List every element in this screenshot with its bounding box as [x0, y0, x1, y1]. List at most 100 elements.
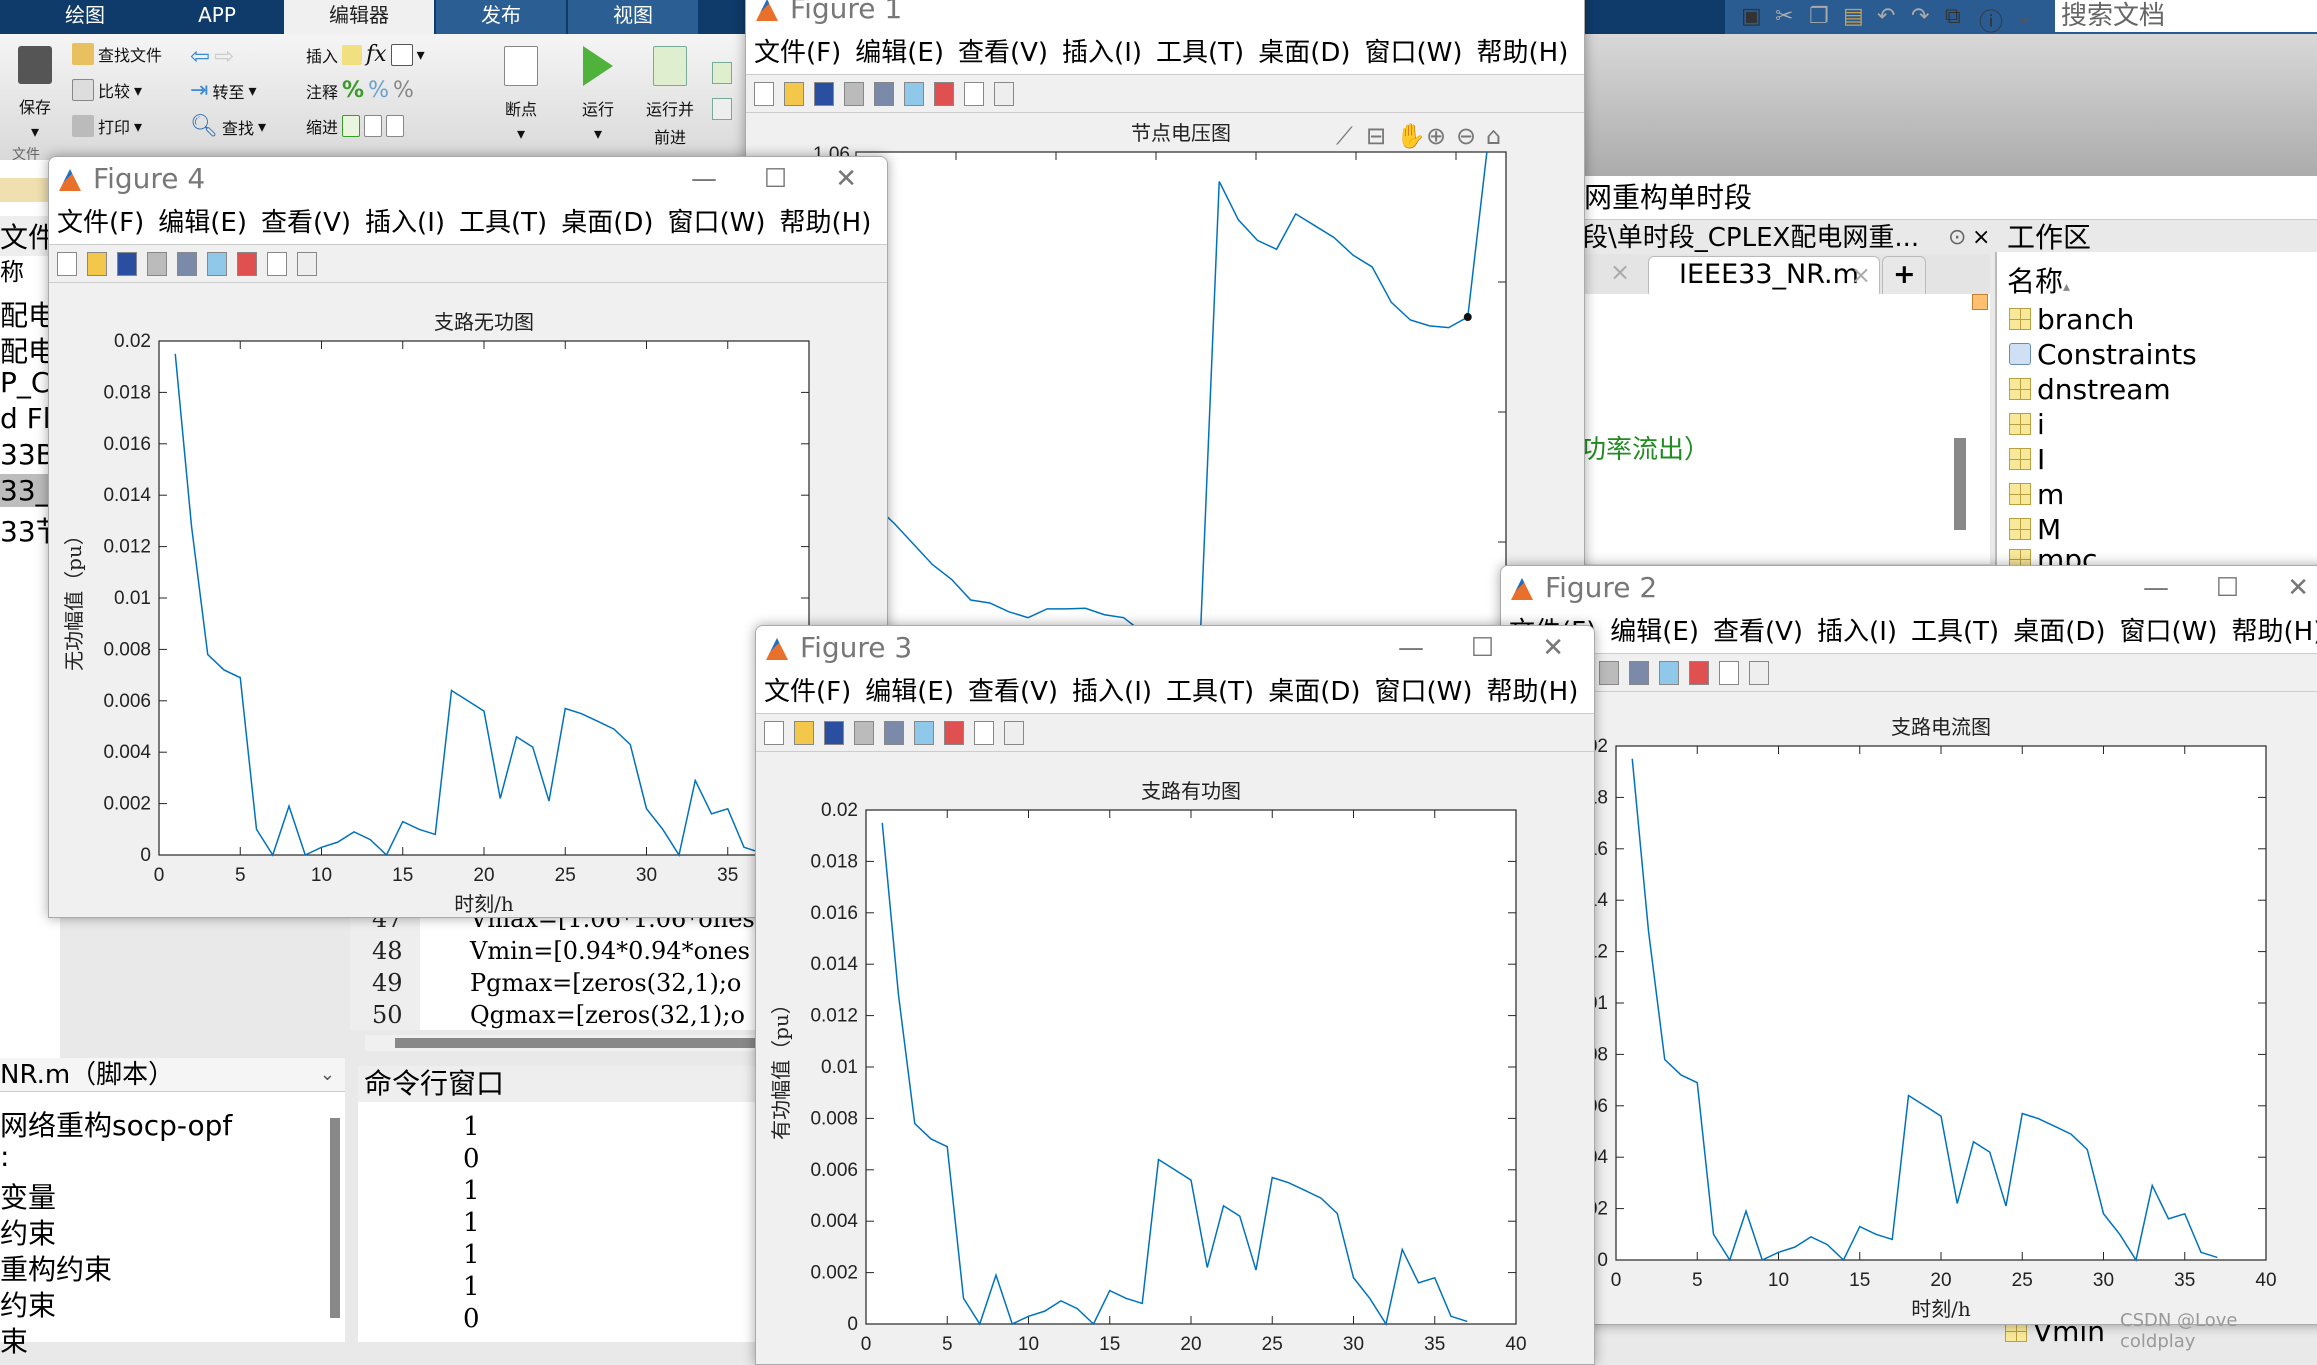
comment-button[interactable]: 注释%%%	[306, 78, 414, 103]
tab-view[interactable]: 视图	[568, 0, 698, 34]
details-header: NR.m（脚本） ⌄	[0, 1058, 345, 1092]
workspace-var[interactable]: i	[2009, 407, 2045, 441]
details-line: 网络重构socp-opf	[0, 1104, 232, 1144]
indent-button[interactable]: 缩进	[306, 114, 404, 138]
home-icon[interactable]: ⌂	[1486, 122, 1501, 150]
plot-area	[866, 810, 1516, 1324]
tab-publish[interactable]: 发布	[436, 0, 566, 34]
y-tick-label: 0.008	[810, 1108, 858, 1129]
switch-windows-icon[interactable]: ⧉	[1945, 4, 1961, 29]
close-icon[interactable]: ×	[1972, 220, 1990, 256]
copy-icon[interactable]: ❐	[1809, 4, 1829, 29]
x-tick-label: 35	[717, 865, 738, 886]
workspace-var[interactable]: Constraints	[2009, 337, 2197, 371]
y-tick-label: 0.014	[103, 485, 151, 506]
line-number: 50	[372, 1001, 403, 1029]
x-tick-label: 0	[861, 1334, 872, 1355]
print-button[interactable]: 打印▾	[72, 114, 142, 138]
run-and-advance-button[interactable]: 运行并前进	[646, 46, 694, 148]
workspace-var[interactable]: dnstream	[2009, 372, 2171, 406]
workspace-var[interactable]: m	[2009, 477, 2064, 511]
chevron-down-icon: ▾	[417, 45, 425, 64]
insert-button[interactable]: 插入fx▾	[306, 42, 425, 67]
close-tab-icon[interactable]: ×	[1851, 257, 1871, 293]
workspace-var[interactable]: I	[2009, 442, 2045, 476]
details-line: 重构约束	[0, 1248, 112, 1288]
workspace-var[interactable]: M	[2009, 512, 2061, 546]
chart-title: 节点电压图	[1131, 121, 1231, 145]
code-editor-area[interactable]: 47 Vmax=[1.06*1.06*ones 48 Vmin=[0.94*0.…	[350, 905, 770, 1030]
find-button[interactable]: 🔍︎查找▾	[190, 114, 266, 139]
insert-section-icon	[342, 45, 362, 65]
compare-button[interactable]: 比较▾	[72, 78, 142, 102]
new-tab-button[interactable]: +	[1882, 256, 1926, 294]
y-tick-label: 0.02	[114, 331, 151, 352]
tab-ieee33-nr[interactable]: IEEE33_NR.m ×	[1648, 256, 1880, 294]
tab-plots[interactable]: 绘图	[30, 0, 140, 34]
code-line[interactable]: Qgmax=[zeros(32,1);o	[470, 1001, 745, 1029]
workspace-var[interactable]: branch	[2009, 302, 2134, 336]
cmd-output-value: 1	[463, 1240, 480, 1270]
x-tick-label: 35	[2174, 1270, 2195, 1291]
y-axis-label: 有功幅值（pu）	[769, 994, 793, 1140]
workspace-name-column[interactable]: 名称▴	[2007, 260, 2070, 300]
x-tick-label: 20	[1180, 1334, 1201, 1355]
cmd-output-value: 1	[463, 1112, 480, 1142]
details-line: 变量	[0, 1176, 56, 1216]
pan-icon[interactable]: ✋	[1396, 122, 1426, 150]
command-window[interactable]: 1 0 1 1 1 1 0	[358, 1102, 768, 1342]
details-line: 约束	[0, 1284, 56, 1324]
x-tick-label: 20	[473, 865, 494, 886]
save-icon[interactable]: ▣	[1741, 4, 1762, 29]
chevron-down-circle-icon[interactable]: ⌄	[2015, 4, 2033, 29]
y-tick-label: 0	[847, 1314, 858, 1335]
brush-icon[interactable]: ⟋	[1336, 122, 1353, 150]
details-scrollbar[interactable]	[330, 1118, 340, 1318]
datatip-icon[interactable]: ⊟	[1366, 122, 1386, 150]
find-files-button[interactable]: 查找文件	[72, 42, 162, 66]
editor-horizontal-scrollbar[interactable]	[365, 1035, 765, 1051]
paste-icon[interactable]: ▤	[1843, 4, 1864, 29]
advance-icon[interactable]	[712, 98, 732, 120]
tab-apps[interactable]: APP	[152, 0, 282, 34]
editor-body[interactable]: 功率流出）	[1580, 294, 1990, 564]
compare-icon	[72, 79, 94, 101]
code-analyzer-indicator[interactable]	[1972, 294, 1988, 310]
current-folder-path[interactable]: 网重构单时段	[1580, 176, 2317, 220]
help-icon[interactable]: ⓘ	[1979, 2, 2003, 37]
figure-3-window: Figure 3 — ☐ ✕ 文件(F)编辑(E)查看(V)插入(I)工具(T)…	[755, 625, 1595, 1365]
printer-icon	[72, 115, 94, 137]
code-line[interactable]: Pgmax=[zeros(32,1);o	[470, 969, 741, 997]
x-tick-label: 15	[392, 865, 413, 886]
goto-button[interactable]: ⇥转至▾	[190, 78, 256, 103]
wrap-comment-icon: %	[393, 78, 414, 103]
y-tick-label: 0.004	[103, 742, 151, 763]
details-panel: 网络重构socp-opf : 变量 约束 重构约束 约束 束	[0, 1058, 345, 1342]
save-button[interactable]: 保存 ▾	[18, 46, 52, 141]
redo-icon[interactable]: ↷	[1911, 4, 1929, 29]
nav-back-button[interactable]: ⇦⇨	[190, 42, 234, 70]
chevron-down-circle-icon[interactable]: ⊙	[1948, 220, 1966, 256]
chevron-down-icon: ▾	[258, 117, 266, 136]
x-tick-label: 35	[1424, 1334, 1445, 1355]
run-section-icon[interactable]	[712, 62, 732, 84]
search-documentation-input[interactable]: 搜索文档	[2055, 0, 2317, 32]
editor-scrollbar[interactable]	[1954, 438, 1966, 530]
matrix-icon	[2009, 448, 2031, 470]
close-tab-icon[interactable]: ×	[1610, 258, 1630, 286]
chevron-down-icon: ▾	[134, 117, 142, 136]
code-line[interactable]: Vmin=[0.94*0.94*ones	[470, 937, 750, 965]
arrow-right-icon: ⇨	[214, 42, 234, 70]
zoom-out-icon[interactable]: ⊖	[1456, 122, 1476, 150]
zoom-in-icon[interactable]: ⊕	[1426, 122, 1446, 150]
command-window-title: 命令行窗口	[358, 1066, 768, 1102]
tab-editor[interactable]: 编辑器	[284, 0, 434, 34]
datatip-marker	[1464, 313, 1472, 321]
run-button[interactable]: 运行▾	[582, 46, 614, 143]
chevron-down-icon[interactable]: ⌄	[320, 1058, 335, 1092]
breakpoints-button[interactable]: 断点▾	[504, 46, 538, 143]
undo-icon[interactable]: ↶	[1877, 4, 1895, 29]
x-tick-label: 30	[636, 865, 657, 886]
y-tick-label: 0.012	[103, 537, 151, 558]
cut-icon[interactable]: ✂	[1775, 4, 1793, 29]
